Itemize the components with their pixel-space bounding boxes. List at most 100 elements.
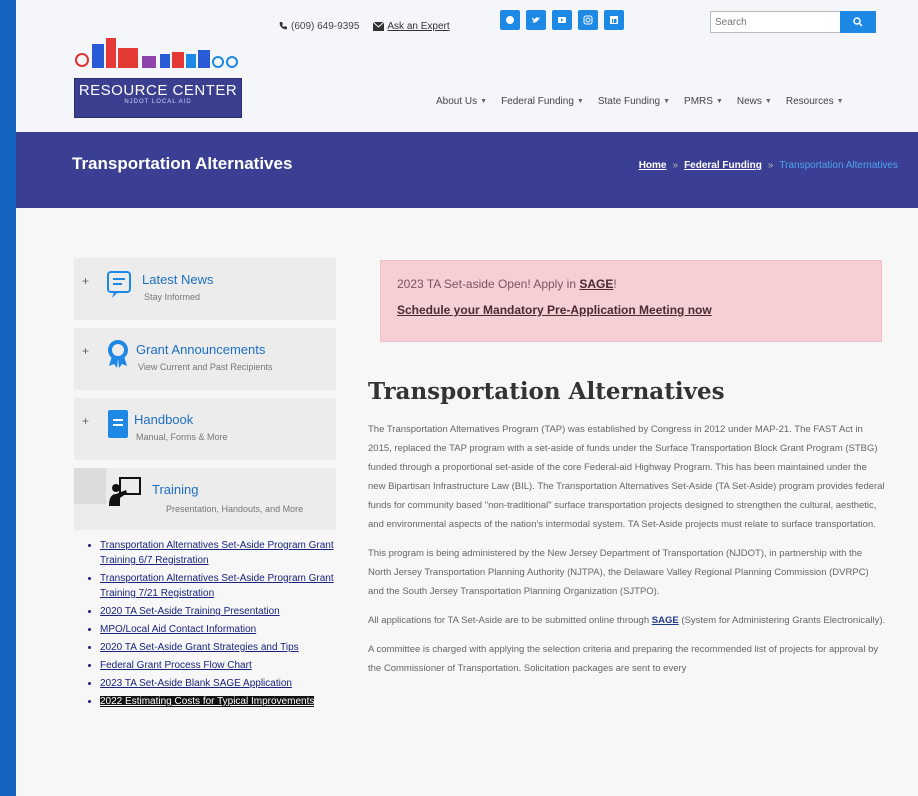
- sidebar-item-subtitle: View Current and Past Recipients: [138, 362, 273, 372]
- nav-label: State Funding: [597, 96, 661, 107]
- training-link[interactable]: 2020 TA Set-Aside Training Presentation: [100, 606, 280, 617]
- breadcrumb-federal-funding[interactable]: Federal Funding: [684, 160, 762, 171]
- sidebar-item-title: Latest News: [142, 272, 214, 287]
- chevron-down-icon: ▼: [715, 98, 723, 105]
- page-title-banner: Transportation Alternatives Home » Feder…: [16, 132, 918, 208]
- training-links-list: Transportation Alternatives Set-Aside Pr…: [88, 538, 336, 709]
- paragraph-text: All applications for TA Set-Aside are to…: [368, 615, 650, 626]
- envelope-icon: [373, 21, 385, 31]
- plus-icon[interactable]: +: [82, 344, 89, 358]
- alert-text: 2023 TA Set-aside Open! Apply in: [397, 277, 577, 291]
- training-link[interactable]: 2020 TA Set-Aside Grant Strategies and T…: [100, 642, 299, 653]
- sage-link[interactable]: SAGE: [652, 615, 679, 626]
- site-header: RESOURCE CENTER NJDOT LOCAL AID (609) 64…: [16, 0, 918, 132]
- chevron-down-icon: ▼: [836, 98, 844, 105]
- list-item: MPO/Local Aid Contact Information: [100, 622, 336, 637]
- chevron-down-icon: ▼: [764, 98, 772, 105]
- breadcrumb-home[interactable]: Home: [639, 160, 667, 171]
- paragraph: This program is being administered by th…: [368, 548, 869, 597]
- sidebar-item-training[interactable]: Training Presentation, Handouts, and Mor…: [74, 468, 336, 530]
- twitter-icon[interactable]: [526, 10, 546, 30]
- list-item: 2022 Estimating Costs for Typical Improv…: [100, 694, 336, 709]
- plus-icon[interactable]: +: [82, 414, 89, 428]
- linkedin-icon[interactable]: [604, 10, 624, 30]
- nav-item-resources[interactable]: Resources ▼: [786, 96, 844, 107]
- breadcrumb-separator: »: [672, 160, 679, 171]
- list-item: 2020 TA Set-Aside Training Presentation: [100, 604, 336, 619]
- announcement-alert: 2023 TA Set-aside Open! Apply in SAGE! S…: [380, 260, 882, 342]
- sidebar: + Latest News Stay Informed + Grant Anno…: [74, 258, 336, 712]
- content-heading: Transportation Alternatives: [368, 378, 725, 405]
- nav-item-about[interactable]: About Us ▼: [436, 96, 487, 107]
- sidebar-item-title: Handbook: [134, 412, 194, 427]
- top-utility-bar: (609) 649-9395 Ask an Expert: [278, 14, 450, 38]
- nav-label: About Us: [436, 96, 478, 107]
- sidebar-item-grant-announcements[interactable]: + Grant Announcements View Current and P…: [74, 328, 336, 390]
- search-form: [710, 11, 876, 33]
- sidebar-item-handbook[interactable]: + Handbook Manual, Forms & More: [74, 398, 336, 460]
- breadcrumb-current: Transportation Alternatives: [779, 160, 898, 171]
- training-link[interactable]: Transportation Alternatives Set-Aside Pr…: [100, 573, 334, 599]
- sidebar-item-subtitle: Presentation, Handouts, and More: [166, 504, 304, 514]
- list-item: 2023 TA Set-Aside Blank SAGE Application: [100, 676, 336, 691]
- ask-expert-link[interactable]: Ask an Expert: [373, 20, 450, 32]
- chevron-down-icon: ▼: [480, 98, 488, 105]
- training-link[interactable]: 2023 TA Set-Aside Blank SAGE Application: [100, 678, 292, 689]
- sage-link[interactable]: SAGE: [579, 277, 613, 291]
- breadcrumb-separator: »: [767, 160, 774, 171]
- phone-icon: [279, 22, 287, 30]
- nav-label: News: [736, 96, 762, 107]
- instagram-icon[interactable]: [578, 10, 598, 30]
- content-body: The Transportation Alternatives Program …: [368, 420, 886, 688]
- breadcrumb: Home » Federal Funding » Transportation …: [639, 160, 898, 171]
- search-icon: [853, 17, 863, 27]
- page-frame: RESOURCE CENTER NJDOT LOCAL AID (609) 64…: [16, 0, 918, 796]
- site-logo[interactable]: RESOURCE CENTER NJDOT LOCAL AID: [74, 30, 242, 118]
- nav-item-pmrs[interactable]: PMRS ▼: [684, 96, 723, 107]
- list-item: Federal Grant Process Flow Chart: [100, 658, 336, 673]
- logo-transport-icons: [75, 38, 238, 68]
- social-links: [500, 10, 624, 30]
- training-link-highlighted[interactable]: 2022 Estimating Costs for Typical Improv…: [100, 696, 315, 707]
- sidebar-item-latest-news[interactable]: + Latest News Stay Informed: [74, 258, 336, 320]
- chevron-down-icon: ▼: [663, 98, 671, 105]
- facebook-icon[interactable]: [500, 10, 520, 30]
- news-icon: [107, 271, 131, 298]
- alert-line-1: 2023 TA Set-aside Open! Apply in SAGE!: [397, 277, 617, 291]
- paragraph: The Transportation Alternatives Program …: [368, 424, 885, 530]
- ask-expert-label: Ask an Expert: [387, 20, 450, 32]
- sidebar-item-subtitle: Stay Informed: [144, 292, 201, 302]
- paragraph-text: (System for Administering Grants Electro…: [681, 615, 886, 626]
- nav-label: Federal Funding: [501, 96, 574, 107]
- book-icon: [108, 410, 128, 438]
- sidebar-item-subtitle: Manual, Forms & More: [136, 432, 228, 442]
- youtube-icon[interactable]: [552, 10, 572, 30]
- alert-exclaim: !: [613, 277, 617, 291]
- main-nav: About Us ▼ Federal Funding ▼ State Funding…: [436, 96, 844, 107]
- page-title: Transportation Alternatives: [72, 154, 293, 173]
- phone-number: (609) 649-9395: [291, 20, 360, 32]
- training-link[interactable]: MPO/Local Aid Contact Information: [100, 624, 256, 635]
- search-input[interactable]: [710, 11, 840, 33]
- nav-label: Resources: [785, 96, 834, 107]
- sidebar-item-title: Training: [152, 482, 199, 497]
- nav-item-news[interactable]: News ▼: [737, 96, 772, 107]
- logo-subtitle: NJDOT LOCAL AID: [124, 99, 192, 105]
- nav-label: PMRS: [684, 96, 713, 107]
- training-link[interactable]: Federal Grant Process Flow Chart: [100, 660, 252, 671]
- collapse-toggle[interactable]: [74, 468, 106, 504]
- phone-link[interactable]: (609) 649-9395: [278, 21, 359, 32]
- award-icon: [108, 340, 128, 368]
- chevron-down-icon: ▼: [576, 98, 584, 105]
- logo-title: RESOURCE CENTER: [78, 82, 238, 99]
- paragraph: All applications for TA Set-Aside are to…: [368, 611, 886, 630]
- list-item: Transportation Alternatives Set-Aside Pr…: [100, 538, 336, 568]
- nav-item-state-funding[interactable]: State Funding ▼: [598, 96, 670, 107]
- plus-icon[interactable]: +: [82, 274, 89, 288]
- search-button[interactable]: [840, 11, 876, 33]
- logo-text-box: RESOURCE CENTER NJDOT LOCAL AID: [74, 78, 242, 118]
- paragraph: A committee is charged with applying the…: [368, 644, 879, 674]
- training-link[interactable]: Transportation Alternatives Set-Aside Pr…: [100, 540, 334, 566]
- nav-item-federal-funding[interactable]: Federal Funding ▼: [501, 96, 584, 107]
- schedule-meeting-link[interactable]: Schedule your Mandatory Pre-Application …: [397, 303, 712, 317]
